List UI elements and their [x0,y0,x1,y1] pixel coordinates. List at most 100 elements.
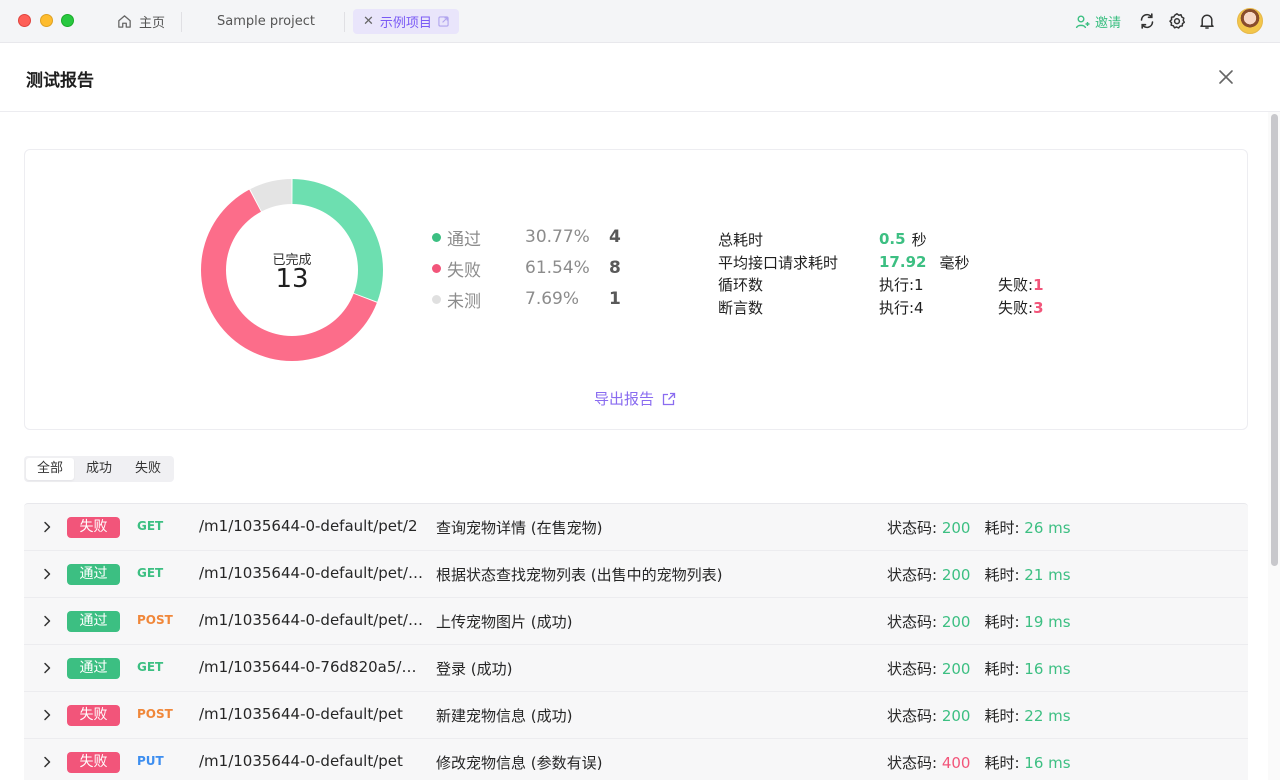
legend-count: 1 [609,289,621,309]
legend-name: 失败 [447,260,481,281]
request-name: 上传宠物图片 (成功) [436,613,573,631]
request-meta: 状态码: 200 耗时: 19 ms [887,611,1071,632]
tab-active-label: 示例项目 [379,16,432,31]
stat-exec: 执行:1 [879,275,924,294]
tab-close-icon[interactable]: ✕ [363,14,374,29]
avatar[interactable] [1237,8,1263,34]
status-code: 200 [941,613,971,631]
legend-percent: 61.54% [525,258,590,278]
header-divider [0,111,1280,112]
legend-name: 未测 [447,291,481,312]
chevron-right-icon[interactable] [40,614,54,628]
status-code-label: 状态码: [887,566,942,584]
status-badge: 通过 [67,611,120,632]
tab-sample-project[interactable]: Sample project [217,9,315,34]
tab-home[interactable]: 主页 [116,9,165,34]
legend-untested: 未测 7.69% 1 [432,288,621,312]
http-method: GET [137,519,164,533]
export-report-label: 导出报告 [594,390,655,408]
scrollbar-thumb[interactable] [1271,114,1278,566]
duration-value: 16 ms [1024,660,1071,678]
request-path: /m1/1035644-0-default/pet [199,705,403,723]
result-row[interactable]: 失败 PUT/m1/1035644-0-default/pet 修改宠物信息 (参数… [24,738,1248,780]
legend-fail: 失败 61.54% 8 [432,257,621,281]
add-user-icon [1075,15,1090,28]
filter-all[interactable]: 全部 [26,458,74,480]
stat-label: 总耗时 [718,230,764,249]
status-badge: 失败 [67,705,120,726]
filter-failed[interactable]: 失败 [124,458,172,480]
request-meta: 状态码: 200 耗时: 21 ms [887,564,1071,585]
tab-divider [344,12,345,32]
result-filter: 全部 成功 失败 [24,456,174,482]
status-code-label: 状态码: [887,754,942,772]
status-badge: 通过 [67,658,120,679]
stat-fail-label: 失败: [998,298,1034,317]
legend-dot-untested [432,294,441,304]
duration-label: 耗时: [984,566,1025,584]
export-report-link[interactable]: 导出报告 [594,388,676,409]
request-name: 根据状态查找宠物列表 (出售中的宠物列表) [436,566,723,584]
status-code-label: 状态码: [887,519,942,537]
external-link-icon [438,16,449,27]
invite-button[interactable]: 邀请 [1075,12,1121,31]
stat-label: 断言数 [718,298,764,317]
tab-example-project[interactable]: ✕ 示例项目 [353,9,459,34]
status-code: 200 [941,566,971,584]
request-meta: 状态码: 200 耗时: 16 ms [887,658,1071,679]
status-badge: 失败 [67,752,120,773]
home-icon [118,15,131,28]
result-row[interactable]: 失败 POST/m1/1035644-0-default/pet 新建宠物信息 (成… [24,691,1248,738]
duration-label: 耗时: [984,613,1025,631]
request-name: 登录 (成功) [436,660,513,678]
result-row[interactable]: 通过 GET/m1/1035644-0-76d820a5/u... 登录 (成功) 状… [24,644,1248,691]
request-meta: 状态码: 200 耗时: 22 ms [887,705,1071,726]
chevron-right-icon[interactable] [40,520,54,534]
window-zoom-button[interactable] [61,14,74,27]
gear-icon[interactable] [1168,12,1186,30]
window-close-button[interactable] [18,14,31,27]
filter-success[interactable]: 成功 [78,458,120,480]
http-method: POST [137,613,173,627]
stat-loops: 循环数 执行:1 失败:1 [718,273,1044,295]
chevron-right-icon[interactable] [40,661,54,675]
stat-unit: 毫秒 [939,253,970,272]
request-path: /m1/1035644-0-default/pet/f... [199,564,424,582]
bell-icon[interactable] [1198,12,1216,30]
duration-value: 19 ms [1024,613,1071,631]
result-row[interactable]: 失败 GET/m1/1035644-0-default/pet/2 查询宠物详情 (… [24,503,1248,550]
result-row[interactable]: 通过 GET/m1/1035644-0-default/pet/f... 根据状态查… [24,550,1248,597]
request-meta: 状态码: 400 耗时: 16 ms [887,752,1071,773]
status-code: 200 [941,707,971,725]
status-badge: 通过 [67,564,120,585]
tab-home-label: 主页 [139,16,166,31]
title-bar: 主页 Sample project ✕ 示例项目 邀请 [0,0,1280,43]
close-icon[interactable] [1216,67,1236,87]
duration-label: 耗时: [984,519,1025,537]
stat-total-time: 总耗时 0.5 秒 [718,228,998,250]
chevron-right-icon[interactable] [40,567,54,581]
request-name: 查询宠物详情 (在售宠物) [436,519,603,537]
stat-avg-request-time: 平均接口请求耗时 17.92 毫秒 [718,251,998,273]
http-method: POST [137,707,173,721]
result-row[interactable]: 通过 POST/m1/1035644-0-default/pet//... 上传宠物… [24,597,1248,644]
stat-fail-value: 1 [1033,275,1044,294]
status-code: 400 [941,754,971,772]
stat-fail-value: 3 [1033,298,1044,317]
sync-icon[interactable] [1138,12,1156,30]
http-method: GET [137,566,164,580]
status-code: 200 [941,519,971,537]
legend-count: 8 [609,258,621,278]
window-minimize-button[interactable] [40,14,53,27]
duration-label: 耗时: [984,754,1025,772]
donut-center-total: 13 [275,264,309,294]
stat-value: 17.92 [879,253,927,271]
request-path: /m1/1035644-0-default/pet//... [199,611,424,629]
http-method: PUT [137,754,164,768]
legend-pass: 通过 30.77% 4 [432,226,621,250]
stat-fail-label: 失败: [998,275,1034,294]
chevron-right-icon[interactable] [40,755,54,769]
stat-label: 循环数 [718,275,764,294]
chevron-right-icon[interactable] [40,708,54,722]
duration-value: 26 ms [1024,519,1071,537]
